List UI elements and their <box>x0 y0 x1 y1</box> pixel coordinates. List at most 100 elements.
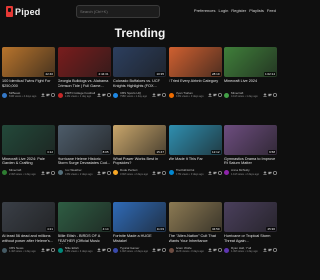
video-thumbnail[interactable]: 28:19 <box>168 47 222 77</box>
video-card[interactable]: 3:12 Minecraft Live 2024: Pale Garden & C… <box>2 124 55 176</box>
video-card[interactable]: 4:14 Billie Eilish - BIRDS OF A FEATHER (… <box>57 202 111 253</box>
channel-avatar[interactable] <box>113 247 118 253</box>
playlist-add-icon[interactable] <box>268 93 272 97</box>
video-card[interactable]: 34:50 The "Alien-Nation" Cult That Wants … <box>168 202 222 253</box>
download-icon[interactable] <box>152 248 156 252</box>
nav-login[interactable]: Login <box>219 8 229 13</box>
video-card[interactable]: 8:05 Hurricane Helene Historic Storm Surg… <box>57 124 111 176</box>
app-logo[interactable]: Piped <box>6 6 41 17</box>
playlist-add-icon[interactable] <box>157 171 161 175</box>
channel-avatar[interactable] <box>168 170 174 175</box>
video-thumbnail[interactable]: 3:12 <box>2 124 55 155</box>
watch-later-icon[interactable] <box>217 170 222 175</box>
video-thumbnail[interactable]: 4:21 <box>2 202 55 232</box>
video-thumbnail[interactable]: 8:05 <box>57 124 111 155</box>
channel-avatar[interactable] <box>113 92 118 98</box>
video-title[interactable]: At least 56 dead and millions without po… <box>2 234 55 244</box>
video-card[interactable]: 22:40 100 Identical Twins Fight For $250,… <box>2 47 55 98</box>
download-icon[interactable] <box>96 93 101 97</box>
video-title[interactable]: Colorado Buffaloes vs. UCF Knights Highl… <box>113 79 166 89</box>
playlist-add-icon[interactable] <box>268 248 272 252</box>
watch-later-icon[interactable] <box>106 170 111 175</box>
video-thumbnail[interactable]: 10:35 <box>113 47 166 77</box>
video-thumbnail[interactable]: 9:58 <box>224 124 277 155</box>
video-card[interactable]: 15:47 What Power Works Best in Popsicles?… <box>113 124 166 176</box>
download-icon[interactable] <box>41 248 45 252</box>
video-title[interactable]: Georgia Bulldogs vs. Alabama Crimson Tid… <box>58 79 111 89</box>
video-thumbnail[interactable]: 4:14 <box>57 202 111 232</box>
nav-playlists[interactable]: Playlists <box>249 8 264 13</box>
channel-avatar[interactable] <box>57 170 63 175</box>
channel-avatar[interactable] <box>224 170 229 175</box>
video-thumbnail[interactable]: 1:02:14 <box>224 47 277 77</box>
video-card[interactable]: 25:36 Hurricane or Tropical Storm Threat … <box>224 202 277 253</box>
video-card[interactable]: 10:35 Colorado Buffaloes vs. UCF Knights … <box>113 47 166 98</box>
watch-later-icon[interactable] <box>217 248 222 252</box>
watch-later-icon[interactable] <box>51 93 55 97</box>
download-icon[interactable] <box>207 170 212 175</box>
playlist-add-icon[interactable] <box>212 171 217 175</box>
channel-avatar[interactable] <box>2 92 7 98</box>
watch-later-icon[interactable] <box>51 248 55 252</box>
playlist-add-icon[interactable] <box>157 93 161 97</box>
channel-avatar[interactable] <box>224 247 229 253</box>
watch-later-icon[interactable] <box>273 93 277 97</box>
playlist-add-icon[interactable] <box>46 171 50 175</box>
video-thumbnail[interactable]: 11:03 <box>113 202 166 232</box>
nav-preferences[interactable]: Preferences <box>194 8 216 13</box>
playlist-add-icon[interactable] <box>212 248 217 252</box>
download-icon[interactable] <box>207 93 212 97</box>
video-card[interactable]: 4:21 At least 56 dead and millions withou… <box>2 202 55 253</box>
video-thumbnail[interactable]: 2:44:31 <box>57 47 111 77</box>
video-card[interactable]: 12:12 We Made It This Far TheOdd1sOut 2.7M … <box>168 124 222 176</box>
watch-later-icon[interactable] <box>273 170 277 175</box>
playlist-add-icon[interactable] <box>46 93 50 97</box>
download-icon[interactable] <box>41 93 45 97</box>
channel-avatar[interactable] <box>57 92 63 98</box>
channel-avatar[interactable] <box>224 92 229 98</box>
download-icon[interactable] <box>207 248 212 252</box>
download-icon[interactable] <box>96 170 101 175</box>
download-icon[interactable] <box>263 93 267 97</box>
video-thumbnail[interactable]: 15:47 <box>113 124 166 155</box>
video-thumbnail[interactable]: 34:50 <box>168 202 222 232</box>
download-icon[interactable] <box>263 170 267 175</box>
channel-avatar[interactable] <box>2 247 7 253</box>
playlist-add-icon[interactable] <box>101 171 106 175</box>
watch-later-icon[interactable] <box>162 93 166 97</box>
video-title[interactable]: Hurricane or Tropical Storm Threat Again… <box>224 234 277 244</box>
video-thumbnail[interactable]: 25:36 <box>224 202 277 232</box>
watch-later-icon[interactable] <box>217 93 222 97</box>
video-title[interactable]: The "Alien-Nation" Cult That Wants Your … <box>169 234 222 244</box>
video-title[interactable]: Minecraft Live 2024 <box>224 79 277 89</box>
playlist-add-icon[interactable] <box>101 93 106 97</box>
playlist-add-icon[interactable] <box>212 93 217 97</box>
video-title[interactable]: 100 Identical Twins Fight For $250,000 <box>2 79 55 89</box>
channel-avatar[interactable] <box>168 247 174 253</box>
watch-later-icon[interactable] <box>162 170 166 175</box>
channel-avatar[interactable] <box>168 92 174 98</box>
channel-avatar[interactable] <box>2 170 7 175</box>
video-card[interactable]: 9:58 Gymnastics Drama to Improve Rt Satur… <box>224 124 277 176</box>
download-icon[interactable] <box>41 170 45 175</box>
playlist-add-icon[interactable] <box>46 248 50 252</box>
watch-later-icon[interactable] <box>273 248 277 252</box>
channel-avatar[interactable] <box>57 247 63 253</box>
video-title[interactable]: Gymnastics Drama to Improve Rt Saturn Ma… <box>224 157 277 167</box>
watch-later-icon[interactable] <box>106 93 111 97</box>
playlist-add-icon[interactable] <box>157 248 161 252</box>
video-title[interactable]: Minecraft Live 2024: Pale Garden & Craft… <box>2 157 55 167</box>
video-thumbnail[interactable]: 12:12 <box>168 124 222 155</box>
download-icon[interactable] <box>152 170 156 175</box>
video-card[interactable]: 28:19 I Tried Every Airbnb Category Ryan T… <box>168 47 222 98</box>
channel-avatar[interactable] <box>113 170 118 175</box>
video-thumbnail[interactable]: 22:40 <box>2 47 55 77</box>
download-icon[interactable] <box>263 248 267 252</box>
video-title[interactable]: Billie Eilish - BIRDS OF A FEATHER (Offi… <box>58 234 111 244</box>
video-title[interactable]: I Tried Every Airbnb Category <box>169 79 222 89</box>
video-title[interactable]: We Made It This Far <box>169 157 222 167</box>
nav-register[interactable]: Register <box>231 8 246 13</box>
video-title[interactable]: Hurricane Helene Historic Storm Surge De… <box>58 157 111 167</box>
playlist-add-icon[interactable] <box>268 171 272 175</box>
watch-later-icon[interactable] <box>51 170 55 175</box>
